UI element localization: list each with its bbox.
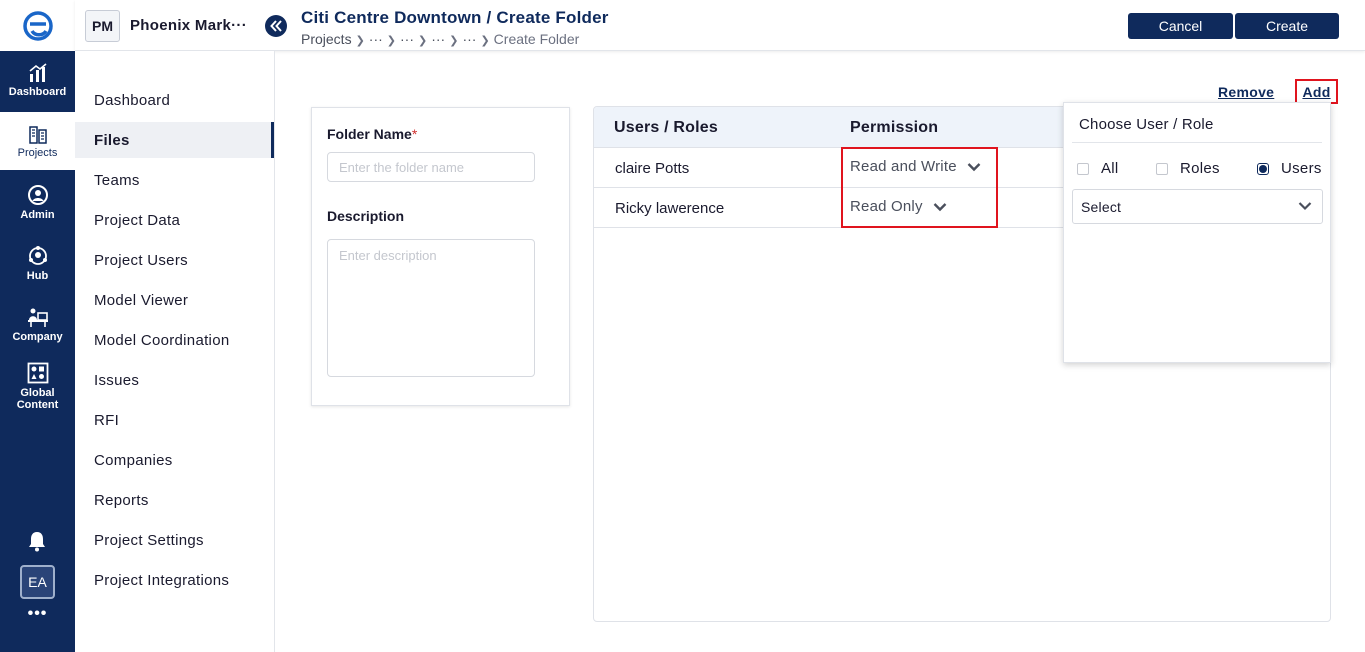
breadcrumb: Projects ❯ ··· ❯ ··· ❯ ··· ❯ ··· ❯ Create Folder (301, 31, 579, 47)
cancel-button[interactable]: Cancel (1128, 13, 1233, 39)
checkbox-checked[interactable] (1257, 162, 1269, 175)
rail-label: Admin (20, 208, 55, 221)
chart-icon (28, 62, 47, 82)
required-mark: * (411, 126, 418, 142)
logo-icon (22, 10, 53, 41)
folder-form: Folder Name* Enter the folder name Descr… (311, 107, 570, 406)
global-content-icon (27, 362, 48, 383)
create-button[interactable]: Create (1235, 13, 1339, 39)
chevron-down-icon (1298, 202, 1312, 211)
nav-item-project-settings[interactable]: Project Settings (75, 522, 274, 558)
filter-option-all[interactable]: All (1077, 160, 1119, 177)
folder-name-label: Folder Name* (327, 126, 418, 142)
nav-item-project-data[interactable]: Project Data (75, 202, 274, 238)
checkbox[interactable] (1156, 162, 1168, 175)
user-name: Ricky lawerence (615, 200, 725, 217)
breadcrumb-current: Create Folder (493, 31, 580, 47)
nav-item-model-viewer[interactable]: Model Viewer (75, 282, 274, 318)
column-header-permission: Permission (850, 119, 939, 136)
rail-label: Hub (26, 269, 49, 282)
app-logo[interactable] (0, 0, 75, 51)
top-header: PM Phoenix Mark··· Citi Centre Downtown … (75, 0, 1365, 51)
company-icon (27, 308, 48, 327)
double-chevron-left-icon (270, 20, 282, 32)
rail-label: Global Content (16, 386, 59, 411)
chevron-right-icon: ❯ (386, 35, 397, 47)
nav-item-dashboard[interactable]: Dashboard (75, 82, 274, 118)
chevron-right-icon: ❯ (480, 35, 490, 47)
project-name[interactable]: Phoenix Mark··· (130, 17, 247, 34)
user-role-select[interactable]: Select (1072, 189, 1323, 224)
rail-item-company[interactable]: Company (0, 295, 75, 353)
chevron-right-icon: ❯ (355, 35, 365, 47)
more-icon[interactable]: ••• (0, 605, 75, 623)
description-label: Description (327, 208, 405, 224)
rail-label: Company (12, 330, 63, 343)
hub-icon (28, 245, 47, 265)
column-header-users-roles: Users / Roles (614, 119, 718, 136)
nav-item-project-integrations[interactable]: Project Integrations (75, 562, 274, 598)
rail-item-projects[interactable]: Projects (0, 112, 75, 170)
option-label: All (1101, 160, 1119, 177)
nav-item-teams[interactable]: Teams (75, 162, 274, 198)
user-avatar[interactable]: EA (20, 565, 55, 599)
description-textarea[interactable]: Enter description (327, 239, 535, 377)
app-rail: Dashboard Projects Admin Hub Company Glo… (0, 0, 75, 652)
project-sidenav: Dashboard Files Teams Project Data Proje… (75, 51, 275, 652)
option-label: Users (1281, 160, 1322, 177)
breadcrumb-ellipsis[interactable]: ··· (369, 31, 383, 47)
rail-label: Projects (17, 146, 58, 159)
nav-item-rfi[interactable]: RFI (75, 402, 274, 438)
permission-highlight (841, 147, 998, 228)
rail-item-global-content[interactable]: Global Content (0, 356, 75, 416)
building-icon (28, 125, 47, 144)
filter-option-users[interactable]: Users (1257, 160, 1322, 177)
rail-label: Dashboard (8, 85, 67, 98)
rail-item-dashboard[interactable]: Dashboard (0, 51, 75, 109)
choose-user-role-popover: Choose User / Role All Roles Users Selec… (1063, 102, 1331, 363)
checkbox[interactable] (1077, 162, 1089, 175)
project-badge[interactable]: PM (85, 10, 120, 42)
breadcrumb-ellipsis[interactable]: ··· (431, 31, 445, 47)
nav-item-project-users[interactable]: Project Users (75, 242, 274, 278)
popover-title: Choose User / Role (1079, 116, 1214, 133)
user-name: claire Potts (615, 160, 690, 177)
nav-item-companies[interactable]: Companies (75, 442, 274, 478)
admin-icon (27, 184, 48, 205)
option-label: Roles (1180, 160, 1220, 177)
breadcrumb-ellipsis[interactable]: ··· (400, 31, 414, 47)
page-title: Citi Centre Downtown / Create Folder (301, 8, 609, 27)
filter-option-roles[interactable]: Roles (1156, 160, 1220, 177)
collapse-sidebar-button[interactable] (265, 15, 287, 37)
chevron-right-icon: ❯ (418, 35, 428, 47)
breadcrumb-root[interactable]: Projects (301, 31, 352, 47)
nav-item-files[interactable]: Files (75, 122, 274, 158)
rail-item-hub[interactable]: Hub (0, 234, 75, 292)
bell-icon[interactable] (26, 530, 48, 552)
chevron-right-icon: ❯ (449, 35, 459, 47)
rail-item-admin[interactable]: Admin (0, 173, 75, 231)
breadcrumb-ellipsis[interactable]: ··· (462, 31, 476, 47)
nav-item-reports[interactable]: Reports (75, 482, 274, 518)
nav-item-model-coordination[interactable]: Model Coordination (75, 322, 274, 358)
remove-link[interactable]: Remove (1218, 84, 1274, 100)
folder-name-input[interactable]: Enter the folder name (327, 152, 535, 182)
nav-item-issues[interactable]: Issues (75, 362, 274, 398)
add-link[interactable]: Add (1295, 79, 1338, 104)
divider (1072, 142, 1322, 143)
select-value: Select (1081, 198, 1122, 215)
